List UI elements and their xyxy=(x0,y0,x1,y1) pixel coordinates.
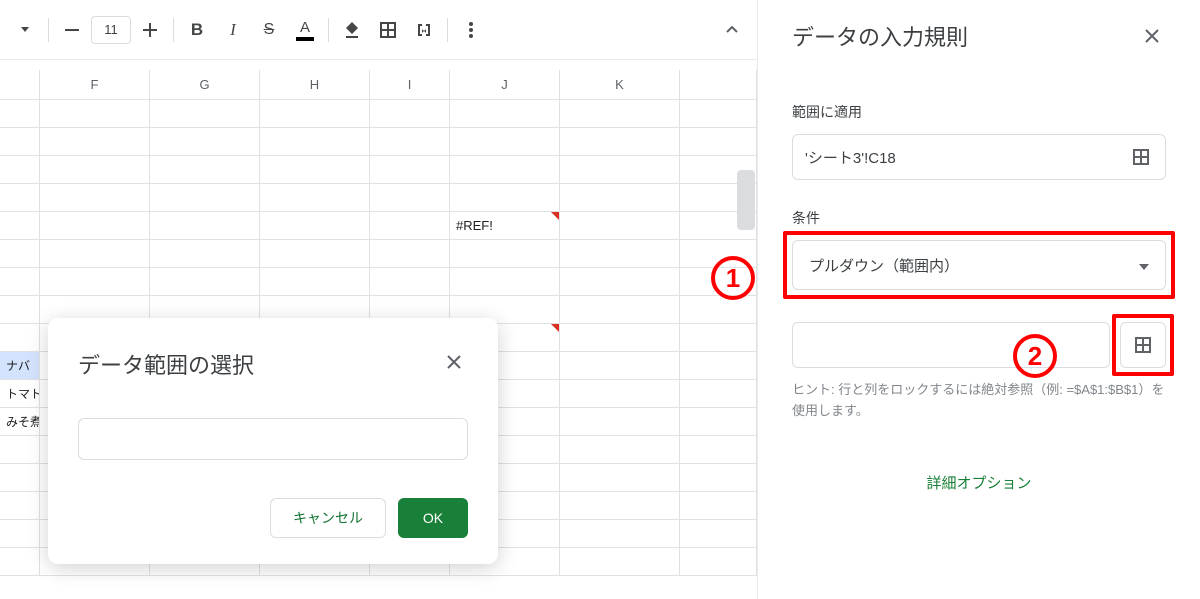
column-header[interactable]: K xyxy=(560,70,680,99)
panel-close-button[interactable] xyxy=(1138,22,1166,50)
borders-button[interactable] xyxy=(371,13,405,47)
select-range-icon[interactable] xyxy=(1129,145,1153,169)
text-color-button[interactable]: A xyxy=(288,13,322,47)
dialog-title: データ範囲の選択 xyxy=(78,348,468,380)
column-header[interactable]: F xyxy=(40,70,150,99)
vertical-scrollbar[interactable] xyxy=(737,170,755,230)
cell[interactable]: トマト xyxy=(0,380,40,407)
range-input[interactable] xyxy=(78,418,468,460)
select-data-range-button[interactable] xyxy=(1120,322,1166,368)
cell[interactable]: みそ煮 xyxy=(0,408,40,435)
error-indicator-icon xyxy=(551,324,559,332)
hint-text: ヒント: 行と列をロックするには絶対参照（例: =$A$1:$B$1）を使用しま… xyxy=(792,380,1166,422)
collapse-toolbar-button[interactable] xyxy=(715,13,749,47)
condition-select[interactable]: プルダウン（範囲内） xyxy=(792,240,1166,290)
cancel-button[interactable]: キャンセル xyxy=(270,498,386,538)
range-label: 範囲に適用 xyxy=(792,102,1166,122)
dialog-close-button[interactable] xyxy=(440,348,468,376)
data-validation-panel: データの入力規則 範囲に適用 条件 プルダウン（範囲内） ヒント: 行と列をロッ… xyxy=(757,0,1200,599)
font-size-input[interactable]: 11 xyxy=(91,16,131,44)
advanced-options-link[interactable]: 詳細オプション xyxy=(792,472,1166,493)
font-size-decrease[interactable] xyxy=(55,13,89,47)
chevron-down-icon xyxy=(1139,257,1149,274)
separator xyxy=(173,18,174,42)
toolbar-dropdown[interactable] xyxy=(8,13,42,47)
condition-value: プルダウン（範囲内） xyxy=(809,255,959,276)
fill-color-button[interactable] xyxy=(335,13,369,47)
more-button[interactable] xyxy=(454,13,488,47)
column-header[interactable]: H xyxy=(260,70,370,99)
bold-button[interactable]: B xyxy=(180,13,214,47)
separator xyxy=(328,18,329,42)
column-header[interactable]: G xyxy=(150,70,260,99)
apply-range-field[interactable] xyxy=(792,134,1166,180)
column-header[interactable]: J xyxy=(450,70,560,99)
panel-title: データの入力規則 xyxy=(792,20,968,52)
font-size-increase[interactable] xyxy=(133,13,167,47)
apply-range-input[interactable] xyxy=(805,149,1129,166)
condition-range-input[interactable] xyxy=(792,322,1110,368)
column-headers: F G H I J K xyxy=(0,70,757,100)
error-indicator-icon xyxy=(551,212,559,220)
toolbar: 11 B I S A xyxy=(0,0,757,60)
condition-label: 条件 xyxy=(792,208,1166,228)
column-header[interactable] xyxy=(680,70,757,99)
column-header[interactable]: I xyxy=(370,70,450,99)
strikethrough-button[interactable]: S xyxy=(252,13,286,47)
column-header[interactable] xyxy=(0,70,40,99)
range-select-dialog: データ範囲の選択 キャンセル OK xyxy=(48,318,498,564)
italic-button[interactable]: I xyxy=(216,13,250,47)
cell-selected[interactable]: ナバ xyxy=(0,352,40,379)
separator xyxy=(447,18,448,42)
merge-cells-button[interactable] xyxy=(407,13,441,47)
cell-error[interactable]: #REF! xyxy=(450,212,560,239)
ok-button[interactable]: OK xyxy=(398,498,468,538)
separator xyxy=(48,18,49,42)
